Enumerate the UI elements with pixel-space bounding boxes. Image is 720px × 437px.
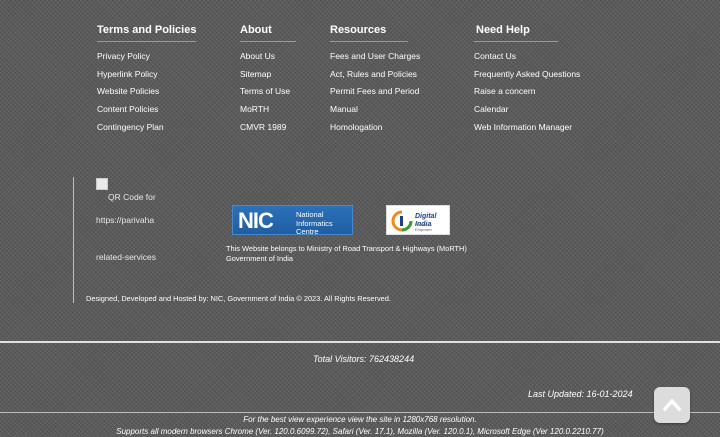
qr-alt-line-2: https://parivaha bbox=[96, 215, 155, 225]
web-information-manager-link[interactable]: Web Information Manager bbox=[474, 122, 572, 132]
sitemap-link[interactable]: Sitemap bbox=[240, 69, 271, 79]
terms-of-use-link[interactable]: Terms of Use bbox=[240, 86, 290, 96]
raise-concern-link[interactable]: Raise a concern bbox=[474, 86, 535, 96]
contact-us-link[interactable]: Contact Us bbox=[474, 51, 516, 61]
back-to-top-button[interactable] bbox=[654, 387, 690, 423]
qr-alt-line-1: QR Code for bbox=[108, 192, 156, 202]
designed-by-text: Designed, Developed and Hosted by: NIC, … bbox=[86, 294, 391, 303]
best-view-note: For the best view experience view the si… bbox=[243, 415, 477, 424]
digital-india-emblem-icon bbox=[391, 210, 413, 232]
qr-alt-line-3: related-services bbox=[96, 252, 156, 262]
browser-support-note: Supports all modern browsers Chrome (Ver… bbox=[116, 427, 604, 436]
content-policies-link[interactable]: Content Policies bbox=[97, 104, 158, 114]
qr-code-image: QR Code for https://parivaha related-ser… bbox=[96, 178, 166, 278]
footer-heading-about: About bbox=[240, 24, 296, 42]
homologation-link[interactable]: Homologation bbox=[330, 122, 382, 132]
faq-link[interactable]: Frequently Asked Questions bbox=[474, 69, 580, 79]
nic-logo[interactable]: NIC National Informatics Centre bbox=[232, 205, 353, 236]
footer-list-resources: Fees and User Charges Act, Rules and Pol… bbox=[330, 48, 420, 137]
nic-logo-text: National Informatics Centre bbox=[296, 210, 333, 236]
footer-separator bbox=[0, 341, 720, 343]
section-divider bbox=[73, 177, 74, 303]
chevron-up-icon bbox=[662, 398, 682, 412]
contingency-plan-link[interactable]: Contingency Plan bbox=[97, 122, 164, 132]
digital-india-tagline: Power To Empower bbox=[415, 222, 432, 232]
footer-list-need-help: Contact Us Frequently Asked Questions Ra… bbox=[474, 48, 580, 137]
footer-heading-resources: Resources bbox=[330, 24, 409, 42]
fees-user-charges-link[interactable]: Fees and User Charges bbox=[330, 51, 420, 61]
footer-col-terms: Terms and Policies Privacy Policy Hyperl… bbox=[97, 20, 197, 137]
footer-list-terms: Privacy Policy Hyperlink Policy Website … bbox=[97, 48, 196, 137]
bottom-separator bbox=[0, 412, 720, 413]
footer-heading-terms: Terms and Policies bbox=[97, 24, 197, 42]
cmvr-1989-link[interactable]: CMVR 1989 bbox=[240, 122, 286, 132]
about-us-link[interactable]: About Us bbox=[240, 51, 275, 61]
last-updated: Last Updated: 16-01-2024 bbox=[528, 389, 633, 399]
footer-col-resources: Resources Fees and User Charges Act, Rul… bbox=[330, 20, 420, 137]
total-visitors: Total Visitors: 762438244 bbox=[313, 354, 415, 364]
morth-link[interactable]: MoRTH bbox=[240, 104, 269, 114]
hyperlink-policy-link[interactable]: Hyperlink Policy bbox=[97, 69, 157, 79]
manual-link[interactable]: Manual bbox=[330, 104, 358, 114]
act-rules-policies-link[interactable]: Act, Rules and Policies bbox=[330, 69, 417, 79]
digital-india-logo[interactable]: Digital India Power To Empower bbox=[386, 205, 450, 235]
footer-list-about: About Us Sitemap Terms of Use MoRTH CMVR… bbox=[240, 48, 296, 137]
footer-heading-need-help: Need Help bbox=[474, 24, 558, 42]
broken-image-icon bbox=[96, 178, 108, 190]
nic-logo-mark: NIC bbox=[238, 208, 274, 233]
footer-col-need-help: Need Help Contact Us Frequently Asked Qu… bbox=[474, 20, 580, 137]
footer-col-about: About About Us Sitemap Terms of Use MoRT… bbox=[240, 20, 296, 137]
privacy-policy-link[interactable]: Privacy Policy bbox=[97, 51, 150, 61]
permit-fees-period-link[interactable]: Permit Fees and Period bbox=[330, 86, 419, 96]
website-policies-link[interactable]: Website Policies bbox=[97, 86, 159, 96]
ownership-text: This Website belongs to Ministry of Road… bbox=[226, 244, 467, 263]
calendar-link[interactable]: Calendar bbox=[474, 104, 509, 114]
